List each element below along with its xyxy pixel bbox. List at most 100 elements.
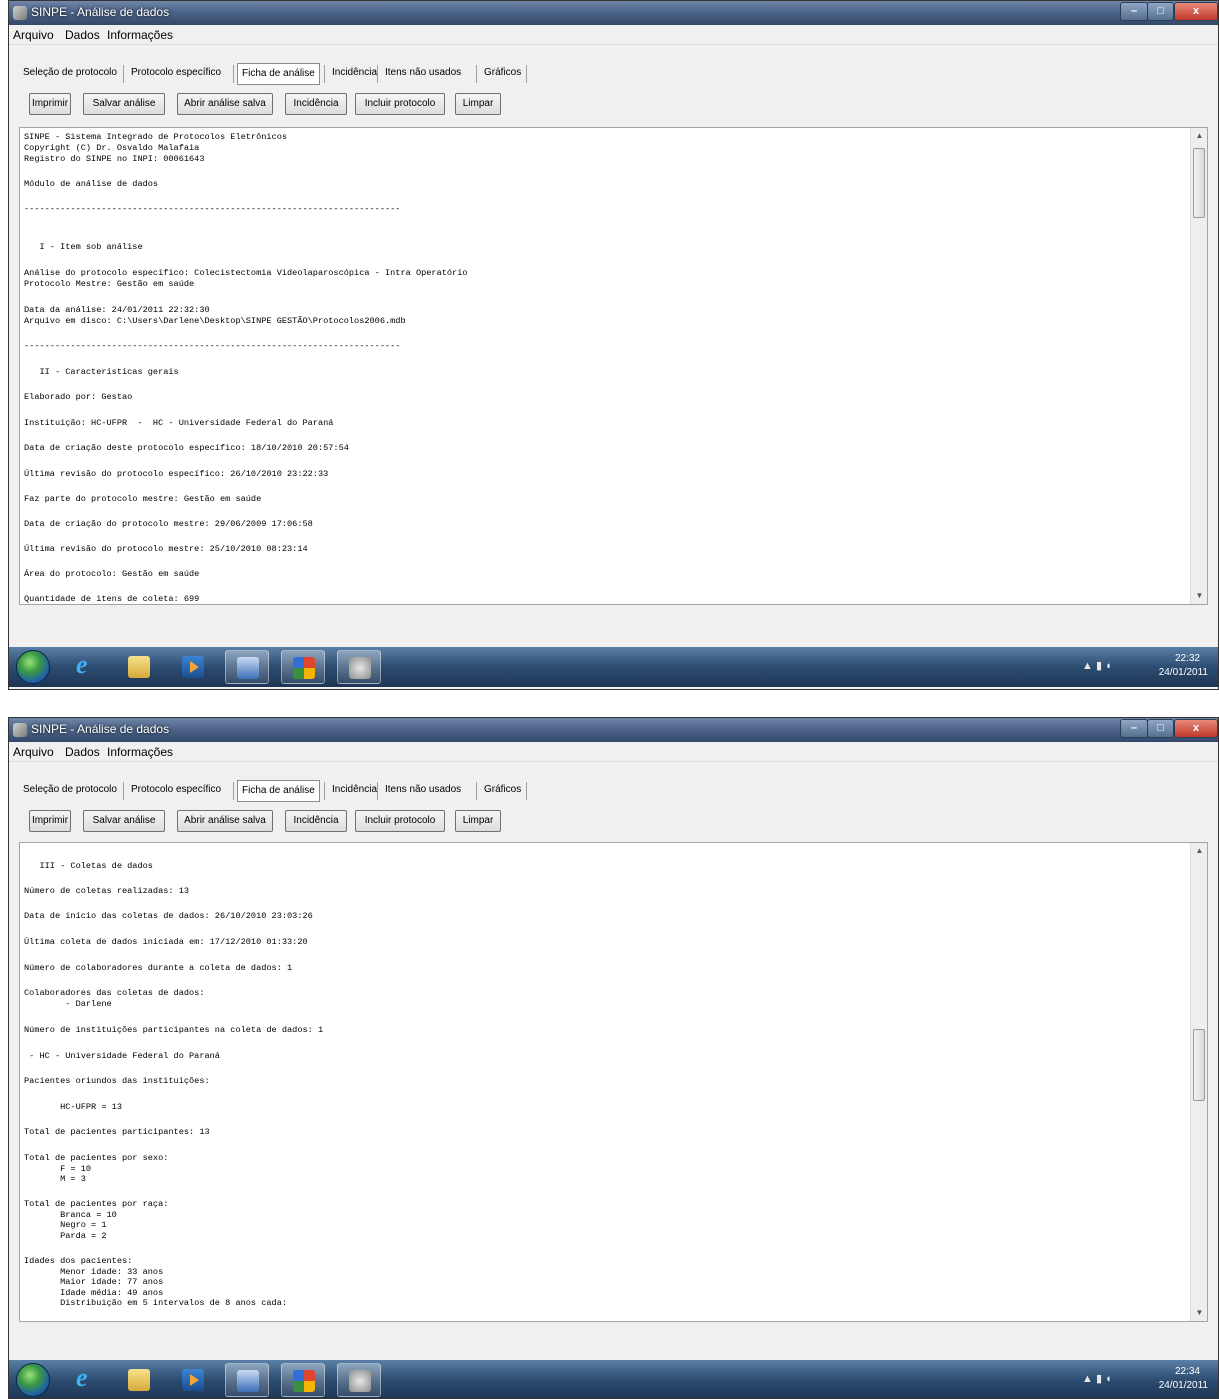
tab-ficha-analise[interactable]: Ficha de análise bbox=[237, 780, 320, 802]
tab-itens-nao-usados[interactable]: Itens não usados bbox=[381, 780, 465, 802]
tab-selecao-protocolo[interactable]: Seleção de protocolo bbox=[19, 63, 121, 85]
tray-icons[interactable]: ▲ ▮ ◖ bbox=[1082, 659, 1112, 672]
tab-protocolo-especifico[interactable]: Protocolo específico bbox=[127, 780, 225, 802]
text-line: ----------------------------------------… bbox=[24, 341, 401, 351]
word-glyph bbox=[237, 657, 259, 679]
menu-informacoes[interactable]: Informações bbox=[107, 28, 173, 42]
media-player-icon[interactable] bbox=[171, 650, 215, 684]
abrir-analise-salva-button[interactable]: Abrir análise salva bbox=[177, 810, 273, 832]
clock-date[interactable]: 24/01/2011 bbox=[1159, 1380, 1208, 1391]
menu-dados[interactable]: Dados bbox=[65, 28, 100, 42]
text-line: - HC - Universidade Federal do Paraná bbox=[24, 1051, 220, 1061]
text-line: Faz parte do protocolo mestre: Gestão em… bbox=[24, 494, 262, 504]
office-icon[interactable] bbox=[281, 1363, 325, 1397]
maximize-icon[interactable]: □ bbox=[1147, 2, 1174, 21]
incluir-protocolo-button[interactable]: Incluir protocolo bbox=[355, 93, 445, 115]
clock-date[interactable]: 24/01/2011 bbox=[1159, 667, 1208, 678]
menu-arquivo[interactable]: Arquivo bbox=[13, 28, 54, 42]
tab-separator bbox=[324, 782, 325, 800]
scroll-down-arrow-icon[interactable]: ▼ bbox=[1192, 1305, 1207, 1321]
menu-arquivo[interactable]: Arquivo bbox=[13, 745, 54, 759]
tab-incidencia[interactable]: Incidência bbox=[328, 63, 381, 85]
text-line: Colaboradores das coletas de dados: bbox=[24, 988, 205, 998]
taskbar: e ▲ ▮ ◖ 22:32 24/01/2011 bbox=[9, 647, 1218, 687]
menu-bar: Arquivo Dados Informações bbox=[9, 25, 1218, 45]
scroll-up-arrow-icon[interactable]: ▲ bbox=[1192, 843, 1207, 859]
ie-glyph: e bbox=[76, 1363, 88, 1392]
word-icon[interactable] bbox=[225, 650, 269, 684]
scroll-down-arrow-icon[interactable]: ▼ bbox=[1192, 588, 1207, 604]
menu-informacoes[interactable]: Informações bbox=[107, 745, 173, 759]
folder-glyph bbox=[128, 656, 150, 678]
sinpe-app-icon[interactable] bbox=[337, 1363, 381, 1397]
clock-time[interactable]: 22:34 bbox=[1175, 1366, 1200, 1377]
start-orb-icon[interactable] bbox=[16, 650, 50, 684]
system-tray: ▲ ▮ ◖ 22:34 24/01/2011 bbox=[1062, 1366, 1212, 1394]
sinpe-glyph bbox=[349, 657, 371, 679]
imprimir-button[interactable]: Imprimir bbox=[29, 810, 71, 832]
limpar-button[interactable]: Limpar bbox=[455, 93, 501, 115]
tray-icons[interactable]: ▲ ▮ ◖ bbox=[1082, 1372, 1112, 1385]
sinpe-app-icon[interactable] bbox=[337, 650, 381, 684]
scroll-thumb[interactable] bbox=[1193, 148, 1205, 218]
start-orb-icon[interactable] bbox=[16, 1363, 50, 1397]
tab-separator bbox=[123, 782, 124, 800]
folder-glyph bbox=[128, 1369, 150, 1391]
file-explorer-icon[interactable] bbox=[117, 1363, 161, 1397]
imprimir-button[interactable]: Imprimir bbox=[29, 93, 71, 115]
word-icon[interactable] bbox=[225, 1363, 269, 1397]
clock-time[interactable]: 22:32 bbox=[1175, 653, 1200, 664]
incidencia-button[interactable]: Incidência bbox=[285, 810, 347, 832]
office-glyph bbox=[293, 657, 315, 679]
file-explorer-icon[interactable] bbox=[117, 650, 161, 684]
title-bar[interactable]: SINPE - Análise de dados – □ x bbox=[9, 1, 1218, 25]
analysis-text-area[interactable]: III - Coletas de dados Número de coletas… bbox=[19, 842, 1208, 1322]
tab-protocolo-especifico[interactable]: Protocolo específico bbox=[127, 63, 225, 85]
window-title: SINPE - Análise de dados bbox=[31, 5, 170, 19]
office-icon[interactable] bbox=[281, 650, 325, 684]
taskbar: e ▲ ▮ ◖ 22:34 24/01/2011 bbox=[9, 1360, 1218, 1398]
incluir-protocolo-button[interactable]: Incluir protocolo bbox=[355, 810, 445, 832]
text-line: Idades dos pacientes: bbox=[24, 1256, 133, 1266]
tab-selecao-protocolo[interactable]: Seleção de protocolo bbox=[19, 780, 121, 802]
text-line: Instituição: HC-UFPR - HC - Universidade… bbox=[24, 418, 334, 428]
title-bar[interactable]: SINPE - Análise de dados – □ x bbox=[9, 718, 1218, 742]
tab-separator bbox=[324, 65, 325, 83]
limpar-button[interactable]: Limpar bbox=[455, 810, 501, 832]
abrir-analise-salva-button[interactable]: Abrir análise salva bbox=[177, 93, 273, 115]
analysis-text-area[interactable]: SINPE - Sistema Integrado de Protocolos … bbox=[19, 127, 1208, 605]
internet-explorer-icon[interactable]: e bbox=[63, 1363, 107, 1397]
text-line: Última coleta de dados iniciada em: 17/1… bbox=[24, 937, 308, 947]
maximize-icon[interactable]: □ bbox=[1147, 719, 1174, 738]
tab-itens-nao-usados[interactable]: Itens não usados bbox=[381, 63, 465, 85]
word-glyph bbox=[237, 1370, 259, 1392]
tab-incidencia[interactable]: Incidência bbox=[328, 780, 381, 802]
text-line: II - Características gerais bbox=[24, 367, 179, 377]
media-player-icon[interactable] bbox=[171, 1363, 215, 1397]
text-line: I - Item sob análise bbox=[24, 242, 143, 252]
text-line: Total de pacientes por raça: bbox=[24, 1199, 169, 1209]
text-line: Protocolo Mestre: Gestão em saúde bbox=[24, 279, 195, 289]
window-title: SINPE - Análise de dados bbox=[31, 722, 170, 736]
close-icon[interactable]: x bbox=[1174, 719, 1218, 738]
text-line: III - Coletas de dados bbox=[24, 861, 153, 871]
minimize-icon[interactable]: – bbox=[1120, 2, 1148, 21]
incidencia-button[interactable]: Incidência bbox=[285, 93, 347, 115]
minimize-icon[interactable]: – bbox=[1120, 719, 1148, 738]
tab-separator bbox=[377, 782, 378, 800]
scroll-up-arrow-icon[interactable]: ▲ bbox=[1192, 128, 1207, 144]
menu-dados[interactable]: Dados bbox=[65, 745, 100, 759]
text-line: Última revisão do protocolo mestre: 25/1… bbox=[24, 544, 308, 554]
tab-graficos[interactable]: Gráficos bbox=[480, 63, 525, 85]
tab-separator bbox=[233, 65, 234, 83]
internet-explorer-icon[interactable]: e bbox=[63, 650, 107, 684]
tab-ficha-analise[interactable]: Ficha de análise bbox=[237, 63, 320, 85]
salvar-analise-button[interactable]: Salvar análise bbox=[83, 93, 165, 115]
tab-graficos[interactable]: Gráficos bbox=[480, 780, 525, 802]
play-glyph bbox=[182, 1369, 204, 1391]
vertical-scrollbar[interactable]: ▲ ▼ bbox=[1190, 128, 1207, 604]
close-icon[interactable]: x bbox=[1174, 2, 1218, 21]
salvar-analise-button[interactable]: Salvar análise bbox=[83, 810, 165, 832]
scroll-thumb[interactable] bbox=[1193, 1029, 1205, 1101]
vertical-scrollbar[interactable]: ▲ ▼ bbox=[1190, 843, 1207, 1321]
